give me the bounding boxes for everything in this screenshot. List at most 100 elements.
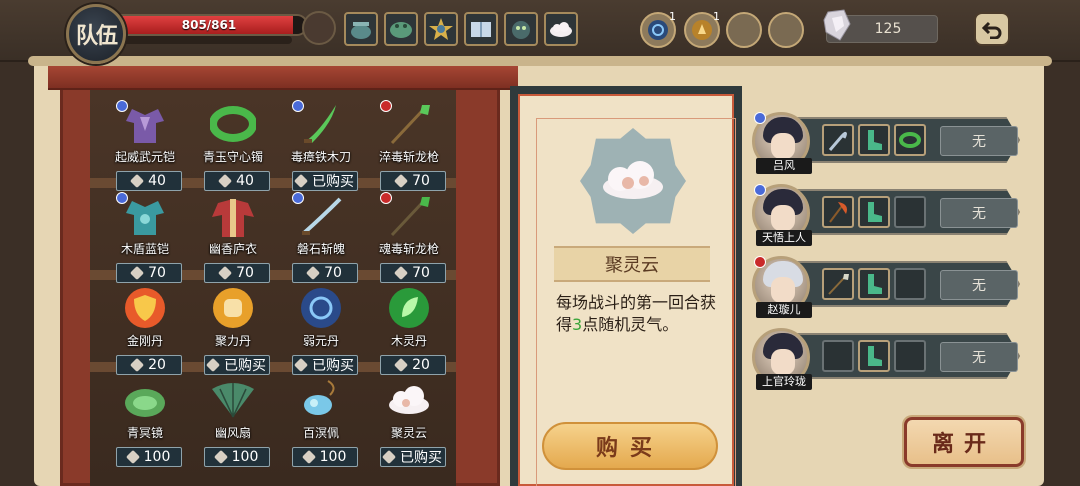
boots-icon[interactable] [858, 196, 890, 228]
star-emblem-icon[interactable] [424, 12, 458, 46]
price-value: 已购买 [312, 174, 354, 190]
member-name: 天悟上人 [756, 230, 812, 246]
shop-item[interactable]: 磐石斩魄 70 [276, 190, 366, 283]
price-tag-icon [218, 173, 233, 189]
shop-item[interactable]: 百溟佩 100 [276, 374, 366, 467]
spear-icon[interactable] [822, 268, 854, 300]
jade-toad-icon[interactable] [384, 12, 418, 46]
buy-button[interactable]: 购买 [542, 422, 718, 470]
book-icon[interactable] [464, 12, 498, 46]
red-axe-icon[interactable] [822, 196, 854, 228]
spirit-cloud-icon [384, 376, 434, 424]
pendant-icon [296, 376, 346, 424]
shop-item[interactable]: 金刚丹 20 [100, 282, 190, 375]
item-detail-panel: 聚灵云 每场战斗的第一回合获得3点随机灵气。 购买 [510, 86, 742, 486]
shop-item[interactable]: 聚力丹 已购买 [188, 282, 278, 375]
extra-slot[interactable]: 无 [940, 198, 1018, 228]
empty-slot[interactable] [726, 12, 762, 48]
item-name: 木灵丹 [390, 334, 427, 348]
shop-item[interactable]: 魂毒斩龙枪 70 [364, 190, 454, 283]
detail-description: 每场战斗的第一回合获得3点随机灵气。 [556, 292, 716, 336]
shop-item[interactable]: 幽香庐衣 70 [188, 190, 278, 283]
coin-count: 1 [713, 10, 720, 23]
extra-slot[interactable]: 无 [940, 126, 1018, 156]
top-bar: 805/861 队伍 1 1 125 [0, 0, 1080, 64]
shop-item[interactable]: 起威武元铠 40 [100, 98, 190, 191]
back-button[interactable] [974, 12, 1010, 46]
member-name: 赵璇儿 [756, 302, 812, 318]
shop-item[interactable]: 幽风扇 100 [188, 374, 278, 467]
detail-item-name: 聚灵云 [554, 246, 710, 282]
extra-slot[interactable]: 无 [940, 270, 1018, 300]
item-name: 毒瘴铁木刀 [290, 150, 351, 164]
item-name: 弱元丹 [302, 334, 339, 348]
item-name: 金刚丹 [126, 334, 163, 348]
item-name: 魂毒斩龙枪 [378, 242, 439, 256]
boots-icon[interactable] [858, 340, 890, 372]
jade-bracelet-icon [208, 100, 258, 148]
item-name: 幽香庐衣 [208, 242, 257, 256]
price-tag: 70 [380, 171, 446, 191]
team-member[interactable]: 赵璇儿 无 [752, 256, 1024, 318]
boots-icon[interactable] [858, 124, 890, 156]
shop-item[interactable]: 弱元丹 已购买 [276, 282, 366, 375]
shop-item[interactable]: 青玉守心镯 40 [188, 98, 278, 191]
gold-orb-icon[interactable]: 1 [684, 10, 720, 48]
shop-item[interactable]: 木盾蓝铠 70 [100, 190, 190, 283]
hp-bar: 805/861 [112, 14, 308, 36]
price-tag-icon [213, 449, 228, 465]
item-name: 青冥镜 [126, 426, 163, 440]
shop-item[interactable]: 聚灵云 已购买 [364, 374, 454, 467]
bag-icon[interactable] [302, 11, 336, 45]
swirl-pill-icon [296, 284, 346, 332]
shop-item[interactable]: 木灵丹 20 [364, 282, 454, 375]
cauldron-icon[interactable] [344, 12, 378, 46]
empty-slot[interactable] [768, 12, 804, 48]
hp-text: 805/861 [181, 18, 237, 32]
price-tag-icon [218, 265, 233, 281]
price-tag-icon [130, 173, 145, 189]
member-name: 吕风 [756, 158, 812, 174]
scroll-rod [28, 56, 1052, 66]
cloud-icon[interactable] [544, 12, 578, 46]
rarity-badge-icon [292, 100, 304, 112]
leave-button[interactable]: 离开 [904, 417, 1024, 467]
price-value: 70 [412, 265, 430, 281]
empty-equip-slot[interactable] [894, 268, 926, 300]
blue-orb-icon[interactable]: 1 [640, 10, 676, 48]
team-button[interactable]: 队伍 [66, 4, 126, 64]
item-name: 起威武元铠 [114, 150, 175, 164]
price-tag: 70 [292, 263, 358, 283]
price-tag: 100 [116, 447, 182, 467]
rarity-badge-icon [754, 112, 766, 124]
item-name: 淬毒斩龙枪 [378, 150, 439, 164]
shield-pill-icon [120, 284, 170, 332]
shop-item[interactable]: 毒瘴铁木刀已购买 [276, 98, 366, 191]
price-tag: 20 [116, 355, 182, 375]
price-tag-icon [125, 449, 140, 465]
bracelet-icon[interactable] [894, 124, 926, 156]
price-value: 100 [319, 449, 347, 465]
boots-icon[interactable] [858, 268, 890, 300]
empty-equip-slot[interactable] [822, 340, 854, 372]
team-member[interactable]: 吕风 无 [752, 112, 1024, 174]
price-tag-icon [394, 173, 409, 189]
hook-icon[interactable] [822, 124, 854, 156]
desc-highlight: 3 [572, 315, 583, 334]
price-tag-icon [205, 357, 221, 373]
price-tag: 20 [380, 355, 446, 375]
shop-item[interactable]: 淬毒斩龙枪 70 [364, 98, 454, 191]
beast-icon[interactable] [504, 12, 538, 46]
undo-arrow-icon [981, 21, 1002, 39]
empty-equip-slot[interactable] [894, 196, 926, 228]
desc-text: 点随机灵气。 [582, 315, 679, 334]
team-member[interactable]: 上官玲珑 无 [752, 328, 1024, 390]
extra-slot[interactable]: 无 [940, 342, 1018, 372]
team-member[interactable]: 天悟上人 无 [752, 184, 1024, 246]
price-value: 70 [324, 265, 342, 281]
jade-mirror-icon [120, 376, 170, 424]
shop-item[interactable]: 青冥镜 100 [100, 374, 190, 467]
item-name: 青玉守心镯 [202, 150, 263, 164]
empty-equip-slot[interactable] [894, 340, 926, 372]
price-tag-icon [293, 173, 309, 189]
